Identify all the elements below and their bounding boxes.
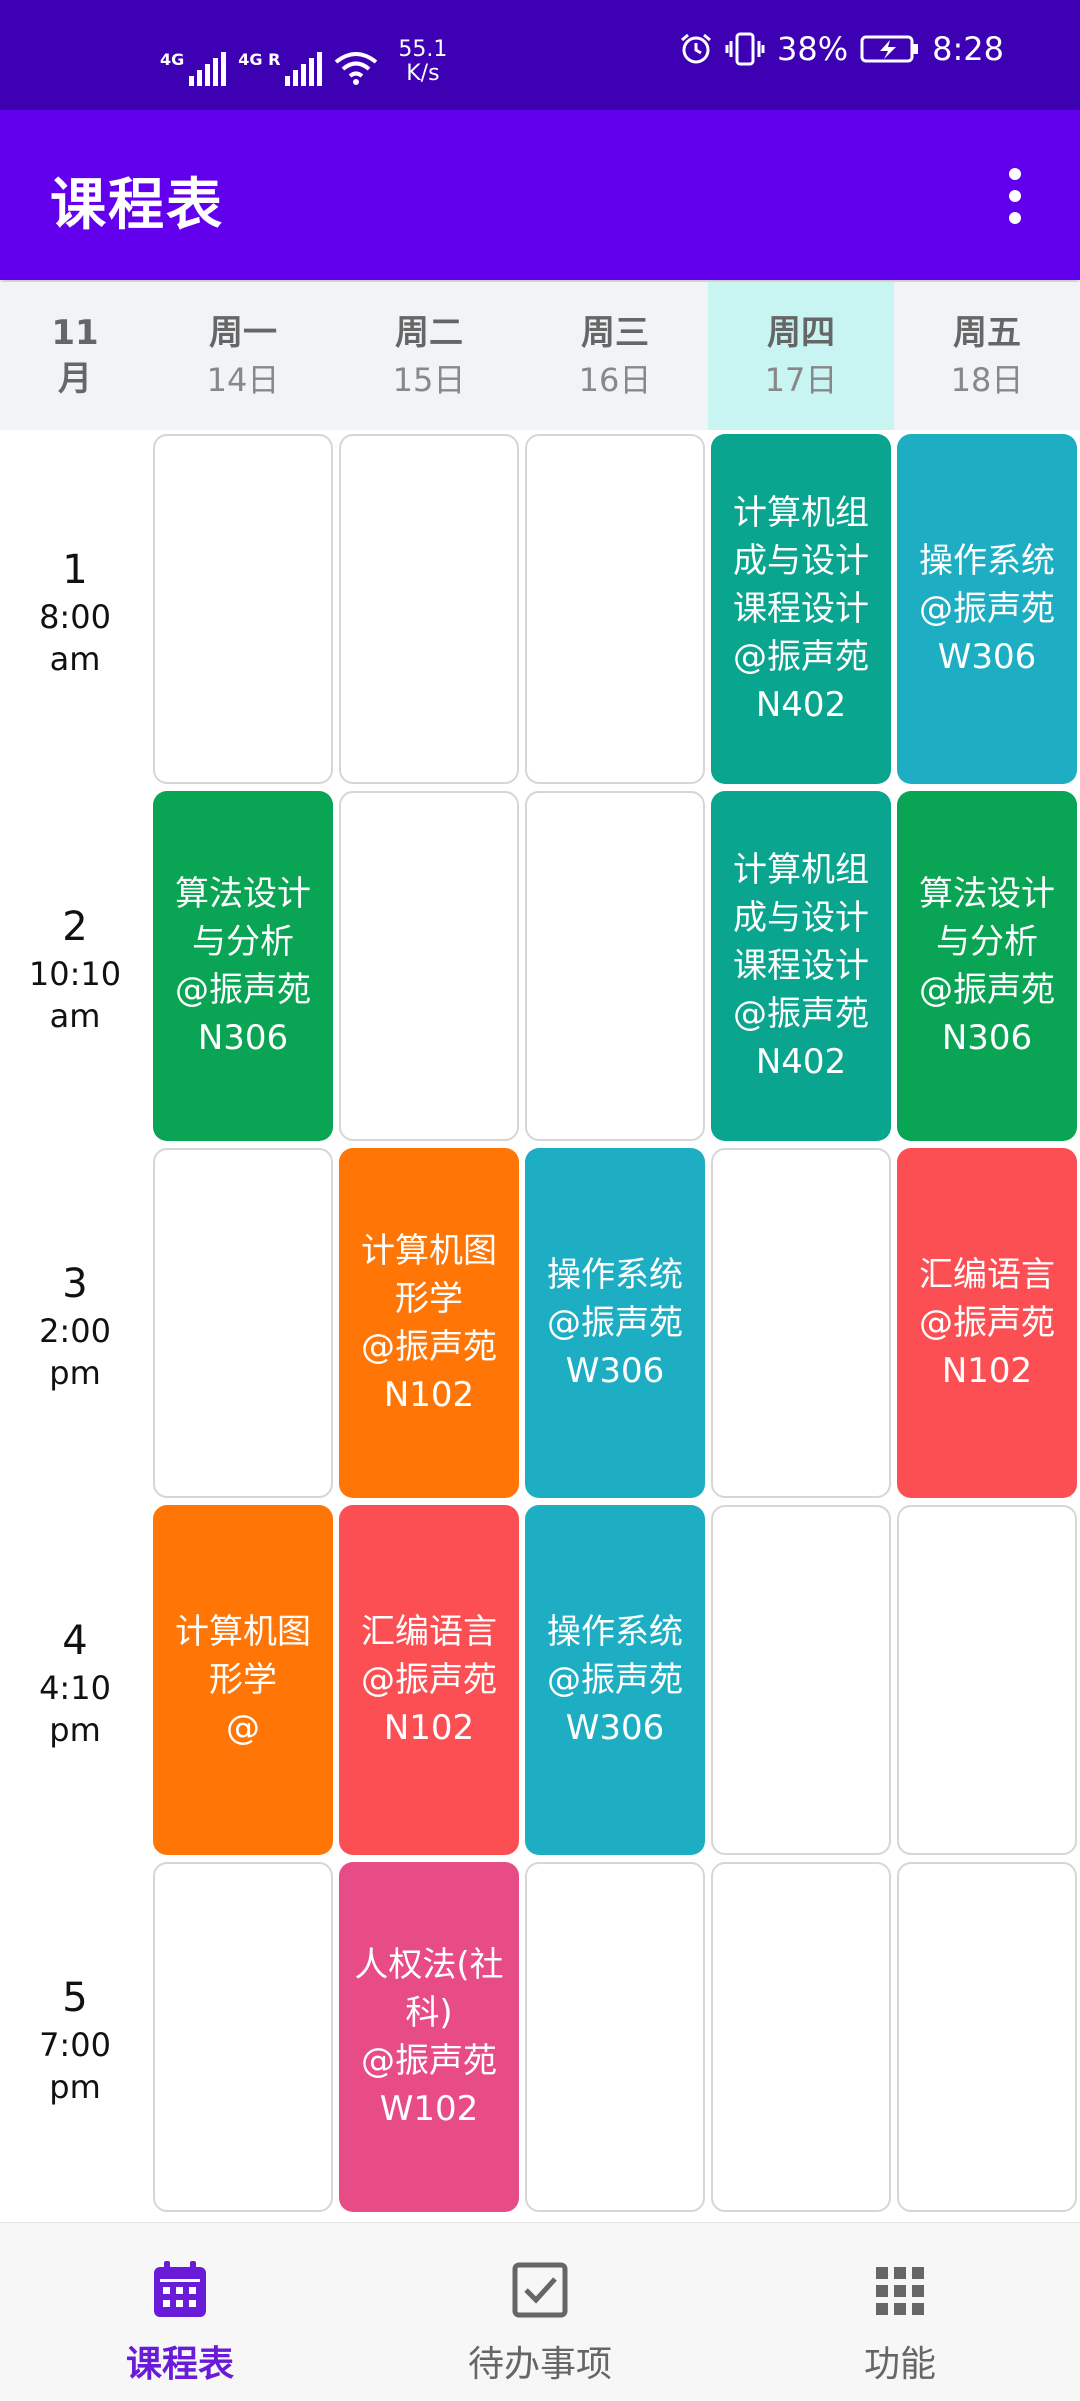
period-time: 2:00 [39,1312,111,1350]
period-ampm: pm [49,1711,101,1749]
app-bar: 课程表 [0,110,1080,280]
day-name: 周二 [395,313,463,353]
day-name: 周五 [953,313,1021,353]
day-header-1: 周一 14日 [150,282,336,430]
day-header-2: 周二 15日 [336,282,522,430]
period-label-4: 4 4:10 pm [0,1505,150,1861]
day-header-5: 周五 18日 [894,282,1080,430]
vibrate-icon [725,32,765,66]
course-card[interactable]: 操作系统 @振声苑 W306 [525,1148,705,1498]
course-card[interactable]: 计算机图 形学 @振声苑 N102 [339,1148,519,1498]
day-date: 15日 [392,361,466,399]
calendar-icon [154,2261,206,2317]
nav-label-todo: 待办事项 [467,2344,612,2385]
course-card[interactable]: 汇编语言 @振声苑 N102 [339,1505,519,1855]
month-unit: 月 [58,359,92,399]
more-vert-icon[interactable] [1000,168,1030,224]
period-ampm: pm [49,2068,101,2106]
course-card[interactable]: 算法设计 与分析 @振声苑 N306 [897,791,1077,1141]
period-label-3: 3 2:00 pm [0,1148,150,1504]
day-header-3: 周三 16日 [522,282,708,430]
period-num: 2 [62,904,88,950]
empty-slot[interactable] [711,1862,891,2212]
course-card[interactable]: 算法设计 与分析 @振声苑 N306 [153,791,333,1141]
clock: 8:28 [932,30,1004,68]
day-date: 17日 [764,361,838,399]
month-number: 11 [51,313,99,353]
network-type-1: 4G [160,50,185,69]
day-name: 周三 [581,313,649,353]
battery-icon [860,35,919,63]
network-speed: 55.1 K/s [398,38,447,86]
period-ampm: pm [49,1354,101,1392]
period-ampm: am [49,997,101,1035]
period-label-2: 2 10:10 am [0,791,150,1147]
course-card[interactable]: 人权法(社 科) @振声苑 W102 [339,1862,519,2212]
empty-slot[interactable] [525,791,705,1141]
month-label: 11 月 [0,282,150,430]
speed-value: 55.1 [398,37,448,62]
period-time: 8:00 [39,598,111,636]
nav-label-schedule: 课程表 [125,2344,234,2385]
checkbox-icon [512,2262,568,2318]
status-right: 38% 8:28 [679,30,1004,68]
period-label-1: 1 8:00 am [0,434,150,790]
empty-slot[interactable] [339,434,519,784]
week-header: 11 月 周一 14日 周二 15日 周三 16日 周四 17日 周五 18日 [0,282,1080,430]
empty-slot[interactable] [153,434,333,784]
nav-functions[interactable]: 功能 [720,2223,1080,2401]
period-time: 4:10 [39,1669,111,1707]
signal-icon: 4G [160,50,227,86]
grid-icon [876,2267,924,2315]
period-time: 7:00 [39,2026,111,2064]
day-date: 16日 [578,361,652,399]
day-header-4: 周四 17日 [708,282,894,430]
nav-schedule[interactable]: 课程表 [0,2223,360,2401]
page-title: 课程表 [50,173,224,238]
period-num: 1 [62,547,88,593]
day-name: 周一 [209,313,277,353]
network-type-2: 4G R [238,50,281,69]
status-bar: 4G 4G R 55.1 K/s 38% 8:28 [0,0,1080,110]
period-label-5: 5 7:00 pm [0,1862,150,2218]
empty-slot[interactable] [339,791,519,1141]
course-card[interactable]: 计算机图 形学 @ [153,1505,333,1855]
alarm-icon [681,33,711,64]
course-card[interactable]: 操作系统 @振声苑 W306 [525,1505,705,1855]
empty-slot[interactable] [711,1148,891,1498]
period-num: 3 [62,1261,88,1307]
status-left: 4G 4G R 55.1 K/s [160,38,447,86]
wifi-icon [335,52,378,85]
empty-slot[interactable] [525,1862,705,2212]
course-card[interactable]: 汇编语言 @振声苑 N102 [897,1148,1077,1498]
nav-todo[interactable]: 待办事项 [360,2223,720,2401]
period-num: 5 [62,1975,88,2021]
signal-icon: 4G R [238,50,323,86]
empty-slot[interactable] [711,1505,891,1855]
empty-slot[interactable] [525,434,705,784]
bottom-nav: 课程表 待办事项 功能 [0,2222,1080,2401]
period-time: 10:10 [28,955,122,993]
nav-label-functions: 功能 [863,2344,936,2385]
empty-slot[interactable] [897,1505,1077,1855]
course-card[interactable]: 计算机组 成与设计 课程设计 @振声苑 N402 [711,434,891,784]
speed-unit: K/s [406,61,440,86]
battery-percent: 38% [777,30,849,68]
empty-slot[interactable] [897,1862,1077,2212]
empty-slot[interactable] [153,1862,333,2212]
day-date: 14日 [206,361,280,399]
day-date: 18日 [950,361,1024,399]
day-name: 周四 [767,313,835,353]
period-num: 4 [62,1618,88,1664]
course-card[interactable]: 计算机组 成与设计 课程设计 @振声苑 N402 [711,791,891,1141]
course-card[interactable]: 操作系统 @振声苑 W306 [897,434,1077,784]
period-ampm: am [49,640,101,678]
empty-slot[interactable] [153,1148,333,1498]
